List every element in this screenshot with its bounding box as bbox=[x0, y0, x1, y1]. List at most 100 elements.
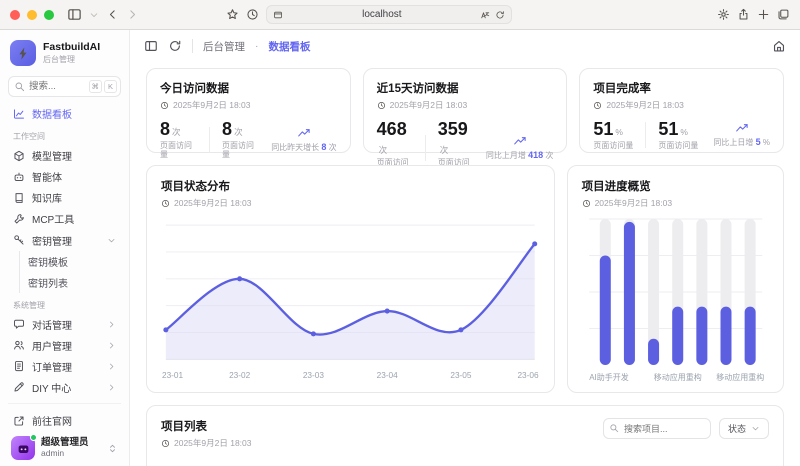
sidebar-item-agents[interactable]: 智能体 bbox=[8, 166, 121, 187]
sidebar-item-website[interactable]: 前往官网 bbox=[8, 409, 121, 432]
main-area: 后台管理 · 数据看板 今日访问数据 2025年9月2日 18:03 8次 bbox=[130, 30, 800, 466]
chart-icon bbox=[13, 108, 25, 120]
user-menu[interactable]: 超级管理员 admin bbox=[8, 432, 121, 460]
metric-unit: 次 bbox=[379, 145, 388, 155]
home-icon[interactable] bbox=[772, 39, 786, 53]
sidebar-item-diy-center[interactable]: DIY 中心 bbox=[8, 377, 121, 398]
keys-submenu: 密钥模板 密钥列表 bbox=[19, 251, 121, 293]
card-title: 项目列表 bbox=[161, 418, 252, 434]
refresh-icon[interactable] bbox=[168, 39, 182, 53]
chat-icon bbox=[13, 318, 25, 330]
card-title: 项目状态分布 bbox=[161, 178, 540, 194]
history-icon[interactable] bbox=[246, 8, 259, 21]
wrench-icon bbox=[13, 213, 25, 225]
url-text[interactable]: localhost bbox=[288, 9, 475, 20]
sidebar-item-mcp-tools[interactable]: MCP工具 bbox=[8, 208, 121, 229]
app-logo[interactable] bbox=[10, 40, 36, 66]
key-icon bbox=[13, 234, 25, 246]
svg-text:移动应用重构: 移动应用重构 bbox=[653, 372, 701, 382]
metric-unit: 次 bbox=[440, 145, 449, 155]
metric-label: 页面访问量 bbox=[658, 142, 698, 151]
reader-icon[interactable] bbox=[273, 10, 283, 20]
sidebar-item-conversations[interactable]: 对话管理 bbox=[8, 314, 121, 335]
svg-text:23-06: 23-06 bbox=[517, 371, 539, 380]
divider bbox=[425, 135, 426, 161]
svg-text:移动应用重构: 移动应用重构 bbox=[716, 372, 764, 382]
window-controls bbox=[10, 10, 54, 20]
sidebar-item-dashboard[interactable]: 数据看板 bbox=[8, 103, 121, 124]
chevron-down-icon bbox=[751, 424, 760, 433]
browser-sidebar-toggle-icon[interactable] bbox=[67, 7, 82, 22]
back-icon[interactable] bbox=[106, 8, 119, 21]
chevron-down-icon[interactable] bbox=[89, 10, 99, 20]
kbd-cmd: ⌘ bbox=[89, 80, 103, 93]
metric: 51% 页面访问量 bbox=[658, 120, 698, 151]
sidebar-item-key-list[interactable]: 密钥列表 bbox=[28, 272, 121, 293]
dashboard-content: 今日访问数据 2025年9月2日 18:03 8次 页面访问量 8次 bbox=[130, 62, 800, 466]
metric-label: 页面访问量 bbox=[222, 142, 259, 160]
project-search-input[interactable] bbox=[603, 418, 711, 439]
line-chart[interactable]: 23-0123-0223-0323-0423-0523-06 bbox=[161, 215, 540, 387]
forward-icon[interactable] bbox=[126, 8, 139, 21]
section-system-label: 系统管理 bbox=[8, 293, 121, 314]
address-bar[interactable]: localhost bbox=[266, 5, 512, 24]
clock-icon bbox=[377, 101, 386, 110]
robot-avatar-icon bbox=[16, 441, 31, 456]
bar-chart[interactable]: AI助手开发移动应用重构移动应用重构 bbox=[582, 215, 769, 387]
timestamp: 2025年9月2日 18:03 bbox=[390, 99, 468, 111]
collapse-sidebar-icon[interactable] bbox=[144, 39, 158, 53]
trend: 同比上月增 418 次 bbox=[486, 135, 554, 161]
sidebar-item-label: DIY 中心 bbox=[32, 380, 71, 395]
sidebar-item-orders[interactable]: 订单管理 bbox=[8, 356, 121, 377]
trend-suffix: 次 bbox=[326, 143, 336, 152]
card-title: 项目进度概览 bbox=[582, 178, 769, 194]
sidebar-item-key-templates[interactable]: 密钥模板 bbox=[28, 251, 121, 272]
trend: 同比昨天增长 8 次 bbox=[271, 127, 336, 153]
breadcrumb-separator: · bbox=[255, 40, 259, 52]
share-icon[interactable] bbox=[737, 8, 750, 21]
user-role: admin bbox=[41, 449, 101, 459]
metric-label: 页面访问量 bbox=[160, 142, 197, 160]
project-status-chart-card: 项目状态分布 2025年9月2日 18:03 23-0123-0223-0323… bbox=[146, 165, 555, 393]
new-tab-icon[interactable] bbox=[757, 8, 770, 21]
metric-unit: % bbox=[680, 127, 688, 137]
tab-overview-icon[interactable] bbox=[777, 8, 790, 21]
brand: FastbuildAI 后台管理 bbox=[8, 38, 121, 72]
timestamp: 2025年9月2日 18:03 bbox=[174, 437, 252, 449]
brand-name: FastbuildAI bbox=[43, 41, 100, 54]
sidebar: FastbuildAI 后台管理 ⌘ K 数据看板 工作空间 模型管理 bbox=[0, 30, 130, 466]
project-search bbox=[603, 418, 711, 439]
breadcrumb-current[interactable]: 数据看板 bbox=[269, 39, 311, 54]
breadcrumb-root[interactable]: 后台管理 bbox=[203, 39, 245, 54]
close-window-button[interactable] bbox=[10, 10, 20, 20]
sidebar-item-label: MCP工具 bbox=[32, 211, 74, 226]
trend-suffix: % bbox=[761, 138, 770, 147]
sidebar-item-users[interactable]: 用户管理 bbox=[8, 335, 121, 356]
translate-icon[interactable] bbox=[480, 10, 490, 20]
divider bbox=[192, 39, 193, 53]
stat-card-today-visits: 今日访问数据 2025年9月2日 18:03 8次 页面访问量 8次 bbox=[146, 68, 351, 153]
sidebar-item-label: 密钥管理 bbox=[32, 233, 72, 248]
minimize-window-button[interactable] bbox=[27, 10, 37, 20]
sidebar-item-keys[interactable]: 密钥管理 bbox=[8, 229, 121, 250]
project-progress-chart-card: 项目进度概览 2025年9月2日 18:03 AI助手开发移动应用重构移动应用重… bbox=[567, 165, 784, 393]
status-filter-button[interactable]: 状态 bbox=[719, 418, 769, 439]
zoom-window-button[interactable] bbox=[44, 10, 54, 20]
trend-text: 同比昨天增长 bbox=[271, 143, 321, 152]
charts-row: 项目状态分布 2025年9月2日 18:03 23-0123-0223-0323… bbox=[146, 165, 784, 393]
topbar: 后台管理 · 数据看板 bbox=[130, 30, 800, 62]
sidebar-item-label: 前往官网 bbox=[32, 413, 72, 428]
timestamp: 2025年9月2日 18:03 bbox=[173, 99, 251, 111]
chevron-right-icon bbox=[107, 341, 116, 350]
trend-text: 同比上月增 bbox=[486, 151, 528, 160]
reload-icon[interactable] bbox=[495, 10, 505, 20]
settings-icon[interactable] bbox=[717, 8, 730, 21]
metric-value: 51 bbox=[658, 119, 678, 139]
sidebar-item-knowledge[interactable]: 知识库 bbox=[8, 187, 121, 208]
card-title: 项目完成率 bbox=[593, 80, 770, 96]
sidebar-item-models[interactable]: 模型管理 bbox=[8, 145, 121, 166]
chevrons-up-down-icon bbox=[107, 443, 118, 454]
sidebar-item-label: 密钥模板 bbox=[28, 254, 68, 269]
timestamp: 2025年9月2日 18:03 bbox=[595, 197, 673, 209]
bookmarks-icon[interactable] bbox=[226, 8, 239, 21]
